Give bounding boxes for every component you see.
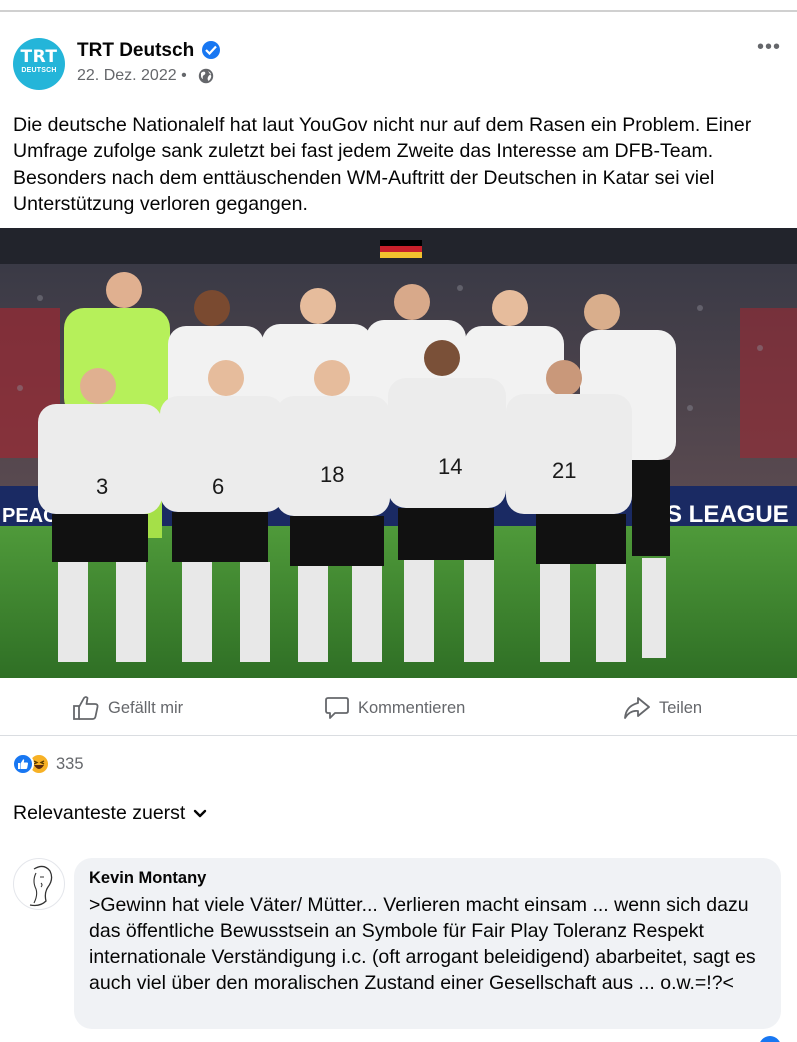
- page-avatar[interactable]: TRT DEUTSCH: [13, 38, 65, 90]
- team-photo-illustration: PEAC S LEAGUE 3 6 18 14 21: [0, 228, 797, 678]
- jersey-number: 6: [212, 474, 224, 499]
- board-right-text: S LEAGUE: [666, 501, 789, 528]
- sort-label: Relevanteste zuerst: [13, 802, 186, 824]
- sketch-portrait-icon: [29, 865, 53, 907]
- comment-bubble: Kevin Montany >Gewinn hat viele Väter/ M…: [74, 858, 781, 1029]
- meta-separator: •: [181, 67, 187, 84]
- globe-icon: [198, 68, 214, 84]
- jersey-number: 21: [552, 458, 576, 483]
- comment-label: Kommentieren: [358, 698, 466, 717]
- page-name[interactable]: TRT Deutsch: [77, 40, 194, 62]
- chevron-down-icon: [194, 809, 207, 817]
- thumbs-up-icon: [73, 696, 99, 720]
- share-label: Teilen: [659, 698, 703, 717]
- jersey-number: 18: [320, 462, 344, 487]
- like-button[interactable]: Gefällt mir: [72, 680, 183, 736]
- comment-sort-dropdown[interactable]: Relevanteste zuerst: [13, 802, 207, 825]
- reaction-badge-icon: [759, 1036, 781, 1042]
- post-date[interactable]: 22. Dez. 2022: [77, 67, 177, 84]
- post-header: TRT DEUTSCH TRT Deutsch 22. Dez. 2022 • …: [13, 37, 784, 94]
- more-options-icon[interactable]: •••: [754, 37, 784, 60]
- post-meta: 22. Dez. 2022 •: [77, 67, 187, 85]
- jersey-number: 14: [438, 454, 462, 479]
- post-text: Die deutsche Nationalelf hat laut YouGov…: [13, 114, 752, 215]
- top-divider: [0, 10, 797, 12]
- comment-author-avatar[interactable]: [13, 858, 65, 910]
- reaction-count: 335: [56, 754, 84, 773]
- like-reaction-icon: [12, 753, 34, 775]
- avatar-logo-subtext: DEUTSCH: [21, 67, 57, 74]
- share-icon: [624, 697, 650, 719]
- comment-author-name[interactable]: Kevin Montany: [89, 868, 765, 888]
- verified-badge-icon: [202, 41, 220, 59]
- jersey-number: 3: [96, 474, 108, 499]
- reactions-summary[interactable]: 335: [12, 752, 84, 776]
- post-actions-bar: Gefällt mir Kommentieren Teilen: [0, 680, 797, 736]
- comment-text: >Gewinn hat viele Väter/ Mütter... Verli…: [89, 894, 756, 994]
- comment-button[interactable]: Kommentieren: [324, 680, 465, 736]
- share-button[interactable]: Teilen: [623, 680, 702, 736]
- like-label: Gefällt mir: [108, 698, 184, 717]
- post-photo[interactable]: PEAC S LEAGUE 3 6 18 14 21: [0, 228, 797, 678]
- comment-icon: [325, 697, 349, 719]
- avatar-logo-text: TRT: [20, 47, 58, 67]
